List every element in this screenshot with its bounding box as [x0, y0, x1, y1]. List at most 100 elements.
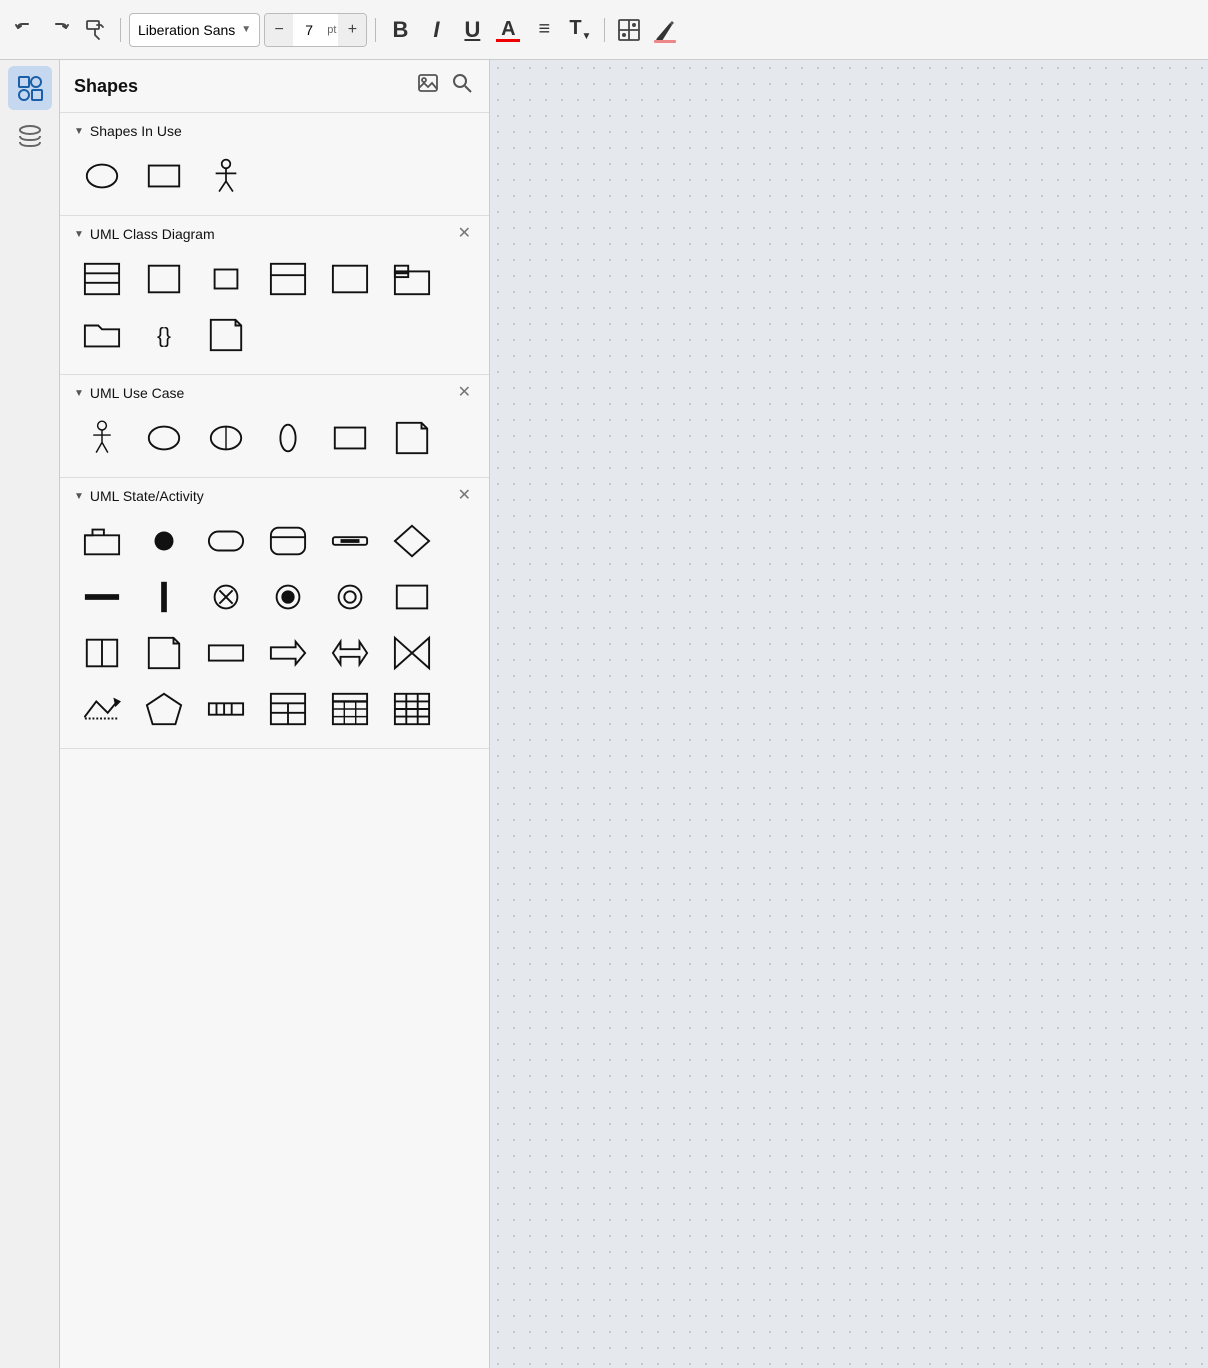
separator-2	[375, 18, 376, 42]
shape-use-case-actor[interactable]	[74, 413, 130, 463]
shape-ellipse[interactable]	[74, 151, 130, 201]
separator-3	[604, 18, 605, 42]
text-color-indicator	[496, 39, 520, 42]
shape-wide-rect[interactable]	[198, 628, 254, 678]
text-style-button[interactable]: T▼	[564, 14, 596, 46]
section-shapes-in-use-header[interactable]: ▼ Shapes In Use	[60, 113, 489, 147]
text-color-button[interactable]: A	[492, 14, 524, 46]
shape-system-boundary[interactable]	[198, 413, 254, 463]
section-uml-use-case-close[interactable]: ✕	[454, 385, 475, 401]
undo-button[interactable]	[8, 14, 40, 46]
shape-v-bar[interactable]	[136, 572, 192, 622]
section-uml-use-case-title: UML Use Case	[90, 385, 448, 401]
shape-double-arrow[interactable]	[322, 628, 378, 678]
shape-pentagon[interactable]	[136, 684, 192, 734]
shape-full-table[interactable]	[384, 684, 440, 734]
shapes-in-use-grid	[60, 147, 489, 215]
font-dropdown-arrow: ▼	[241, 24, 251, 35]
redo-button[interactable]	[44, 14, 76, 46]
uml-use-case-grid	[60, 409, 489, 477]
shape-state-rect[interactable]	[384, 572, 440, 622]
shape-folder-open[interactable]	[74, 310, 130, 360]
underline-button[interactable]: U	[456, 14, 488, 46]
shape-header-table[interactable]	[322, 684, 378, 734]
toolbar: Liberation Sans ▼ − 7 pt + B I U A ≡ T▼	[0, 0, 1208, 60]
shape-rect-outline[interactable]	[322, 254, 378, 304]
shape-swimlane-bar[interactable]	[198, 684, 254, 734]
icon-sidebar	[0, 60, 60, 1368]
shape-package-folder[interactable]	[384, 254, 440, 304]
shape-zigzag-arrow[interactable]	[74, 684, 130, 734]
shape-note[interactable]	[198, 310, 254, 360]
font-name: Liberation Sans	[138, 22, 235, 38]
shape-rect-small[interactable]	[198, 254, 254, 304]
shape-use-case-note[interactable]	[384, 413, 440, 463]
shape-h-bar[interactable]	[74, 572, 130, 622]
shape-actor[interactable]	[198, 151, 254, 201]
shape-rectangle[interactable]	[136, 151, 192, 201]
shape-fork-join[interactable]	[322, 516, 378, 566]
shape-class-sections[interactable]	[260, 254, 316, 304]
shape-simple-table[interactable]	[260, 684, 316, 734]
section-uml-state-title: UML State/Activity	[90, 488, 448, 504]
section-collapse-triangle: ▼	[74, 126, 84, 137]
fill-button[interactable]	[649, 14, 681, 46]
shape-class-full[interactable]	[74, 254, 130, 304]
shape-narrow-ellipse[interactable]	[260, 413, 316, 463]
shape-hourglass[interactable]	[384, 628, 440, 678]
insert-table-button[interactable]	[613, 14, 645, 46]
section-uml-use-case-header[interactable]: ▼ UML Use Case ✕	[60, 375, 489, 409]
align-button[interactable]: ≡	[528, 14, 560, 46]
shape-v-line-box[interactable]	[74, 628, 130, 678]
shape-initial-state[interactable]	[136, 516, 192, 566]
font-size-decrease[interactable]: −	[265, 13, 293, 47]
shape-state-folder[interactable]	[74, 516, 130, 566]
section-uml-class-triangle: ▼	[74, 229, 84, 240]
shapes-panel: Shapes ▼	[60, 60, 490, 1368]
italic-button[interactable]: I	[420, 14, 452, 46]
uml-state-grid	[60, 512, 489, 748]
section-shapes-in-use: ▼ Shapes In Use	[60, 113, 489, 216]
font-size-increase[interactable]: +	[338, 13, 366, 47]
section-uml-class-title: UML Class Diagram	[90, 226, 448, 242]
main-area: Shapes ▼	[0, 60, 1208, 1368]
shape-use-case-ellipse[interactable]	[136, 413, 192, 463]
font-size-control: − 7 pt +	[264, 13, 367, 47]
shapes-panel-title: Shapes	[74, 76, 415, 97]
section-uml-class-header[interactable]: ▼ UML Class Diagram ✕	[60, 216, 489, 250]
shapes-panel-actions	[415, 70, 475, 102]
shapes-search-images-button[interactable]	[415, 70, 441, 102]
section-uml-class: ▼ UML Class Diagram ✕	[60, 216, 489, 375]
shapes-search-button[interactable]	[449, 70, 475, 102]
section-uml-use-case-triangle: ▼	[74, 388, 84, 399]
shape-interface-braces[interactable]: {}	[136, 310, 192, 360]
section-uml-state-header[interactable]: ▼ UML State/Activity ✕	[60, 478, 489, 512]
font-size-value[interactable]: 7	[293, 22, 325, 38]
section-uml-class-close[interactable]: ✕	[454, 226, 475, 242]
section-shapes-in-use-title: Shapes In Use	[90, 123, 475, 139]
font-size-unit: pt	[325, 24, 338, 36]
shape-arrow-right[interactable]	[260, 628, 316, 678]
shape-end-state-h[interactable]	[260, 572, 316, 622]
bold-button[interactable]: B	[384, 14, 416, 46]
layers-panel-toggle[interactable]	[8, 114, 52, 158]
shape-rect-plain[interactable]	[136, 254, 192, 304]
section-uml-state: ▼ UML State/Activity ✕	[60, 478, 489, 749]
section-uml-state-close[interactable]: ✕	[454, 488, 475, 504]
shape-end-state-x[interactable]	[198, 572, 254, 622]
shapes-panel-header: Shapes	[60, 60, 489, 113]
format-painter-button[interactable]	[80, 14, 112, 46]
shape-use-case-rect[interactable]	[322, 413, 378, 463]
shape-decision[interactable]	[384, 516, 440, 566]
shape-state-note[interactable]	[136, 628, 192, 678]
shape-state-rounded[interactable]	[198, 516, 254, 566]
separator-1	[120, 18, 121, 42]
section-uml-state-triangle: ▼	[74, 491, 84, 502]
shapes-panel-toggle[interactable]	[8, 66, 52, 110]
section-uml-use-case: ▼ UML Use Case ✕	[60, 375, 489, 478]
font-selector[interactable]: Liberation Sans ▼	[129, 13, 260, 47]
shape-history[interactable]	[322, 572, 378, 622]
shape-activity-box[interactable]	[260, 516, 316, 566]
uml-class-grid: {}	[60, 250, 489, 374]
canvas[interactable]	[490, 60, 1208, 1368]
